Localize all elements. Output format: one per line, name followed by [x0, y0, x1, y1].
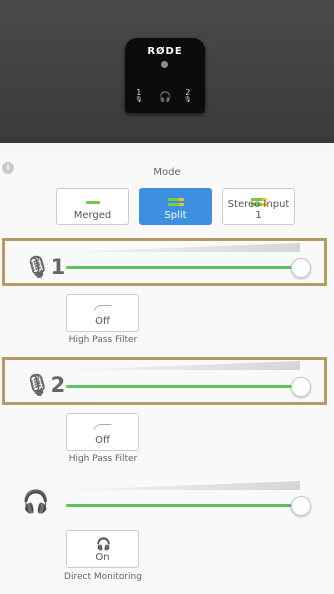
- channel-2-gain-thumb[interactable]: [291, 377, 311, 397]
- mode-split-label: Split: [164, 210, 187, 221]
- device-headphone-icon: 🎧: [159, 92, 172, 103]
- mode-merged-button[interactable]: Merged: [56, 188, 129, 225]
- mode-label: Mode: [153, 167, 181, 178]
- headphone-volume-track[interactable]: [66, 504, 300, 507]
- channel-2-gain-track[interactable]: [66, 385, 300, 388]
- device-brand: RØDE: [147, 46, 183, 57]
- channel-1-hpf-button[interactable]: Off: [66, 294, 139, 332]
- channel-1-gain-track[interactable]: [66, 266, 300, 269]
- mode-stereo-button[interactable]: Stereo Input 1: [222, 188, 295, 225]
- hpf-icon: [93, 424, 112, 430]
- direct-monitoring-state: On: [95, 552, 110, 563]
- device-led: [161, 61, 168, 68]
- channel-2-hpf-button[interactable]: Off: [66, 413, 139, 451]
- mode-split-button[interactable]: Split: [139, 188, 212, 225]
- mode-merged-label: Merged: [73, 210, 112, 221]
- channel-1-gain-thumb[interactable]: [291, 258, 311, 278]
- monitoring-headphone-icon: 🎧: [96, 537, 111, 551]
- channel-2-hpf-label: High Pass Filter: [68, 454, 138, 464]
- headphone-icon: 🎧: [22, 490, 50, 515]
- headphone-volume-thumb[interactable]: [291, 496, 311, 516]
- direct-monitoring-button[interactable]: 🎧 On: [66, 530, 139, 568]
- device-port-1: 1 🎙: [135, 88, 143, 103]
- device-image: RØDE 1 🎙 🎧 2 🎙: [125, 38, 205, 113]
- device-hero: RØDE 1 🎙 🎧 2 🎙: [0, 0, 334, 143]
- channel-2-mic-icon: 🎙2: [24, 373, 66, 397]
- device-port-2: 2 🎙: [184, 88, 192, 103]
- channel-1-hpf-state: Off: [95, 316, 110, 327]
- split-meter-icon-1: [168, 198, 184, 201]
- merged-meter-icon: [86, 201, 100, 204]
- direct-monitoring-label: Direct Monitoring: [64, 572, 142, 582]
- channel-1-mic-icon: 🎙1: [24, 255, 66, 279]
- channel-1-hpf-label: High Pass Filter: [68, 335, 138, 345]
- channel-2-hpf-state: Off: [95, 435, 110, 446]
- mode-stereo-label: Stereo Input 1: [227, 199, 290, 221]
- split-meter-icon-2: [168, 203, 184, 206]
- hpf-icon: [93, 305, 112, 311]
